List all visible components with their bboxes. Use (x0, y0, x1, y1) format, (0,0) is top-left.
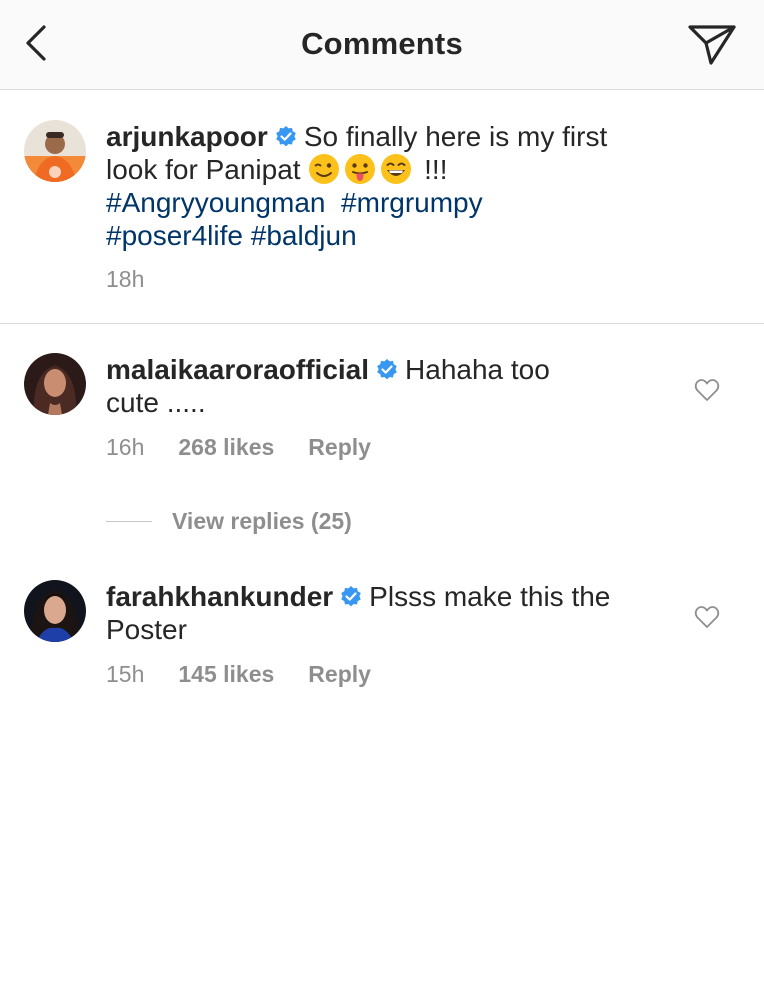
avatar[interactable] (24, 120, 86, 182)
likes-count[interactable]: 268 likes (178, 434, 274, 461)
comment-username[interactable]: malaikaaroraofficial (106, 354, 369, 385)
view-replies-label: View replies (25) (172, 508, 352, 534)
comment-text: farahkhankunder Plsss make this the Post… (106, 580, 666, 646)
page-title: Comments (301, 26, 463, 61)
hashtag-link[interactable]: #mrgrumpy (341, 187, 483, 218)
comment-timestamp: 15h (106, 661, 145, 687)
share-button[interactable] (684, 18, 740, 70)
avatar[interactable] (24, 580, 86, 642)
verified-badge-icon (276, 126, 296, 147)
caption-exclamation: !!! (424, 154, 448, 185)
hashtag-link[interactable]: #baldjun (251, 220, 357, 251)
reply-button[interactable]: Reply (308, 661, 371, 688)
comment-text: malaikaaroraofficial Hahaha too cute ...… (106, 353, 666, 419)
heart-icon (694, 606, 720, 628)
likes-count[interactable]: 145 likes (178, 661, 274, 688)
reply-button[interactable]: Reply (308, 434, 371, 461)
paper-plane-icon (688, 25, 736, 65)
caption-text: arjunkapoor So finally here is my first … (106, 120, 666, 252)
comment-username[interactable]: farahkhankunder (106, 581, 333, 612)
caption-timestamp: 18h (106, 266, 145, 292)
caption-username[interactable]: arjunkapoor (106, 121, 268, 152)
grinning-face-icon (381, 154, 412, 184)
like-button[interactable] (690, 600, 724, 634)
hashtag-link[interactable]: #poser4life (106, 220, 243, 251)
top-bar: Comments (0, 0, 764, 90)
verified-badge-icon (377, 359, 397, 380)
comment-body: Plsss make this the (369, 581, 611, 612)
hashtag-link[interactable]: #Angryyoungman (106, 187, 325, 218)
comment-meta: 16h 268 likes Reply (106, 434, 371, 461)
comment-meta: 15h 145 likes Reply (106, 661, 371, 688)
comment-body: Hahaha too (405, 354, 550, 385)
avatar[interactable] (24, 353, 86, 415)
post-caption: arjunkapoor So finally here is my first … (0, 90, 764, 324)
face-with-tongue-icon (345, 154, 376, 184)
divider (106, 521, 152, 522)
view-replies-button[interactable]: View replies (25) (106, 508, 352, 535)
comment-body: Poster (106, 614, 187, 645)
comment-timestamp: 16h (106, 434, 145, 460)
winking-face-icon (309, 154, 340, 184)
verified-badge-icon (341, 586, 361, 607)
heart-icon (694, 379, 720, 401)
comment-body: cute ..... (106, 387, 206, 418)
like-button[interactable] (690, 373, 724, 407)
